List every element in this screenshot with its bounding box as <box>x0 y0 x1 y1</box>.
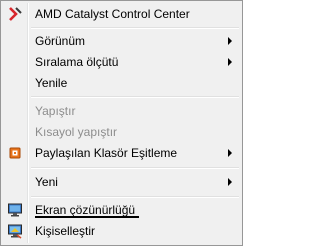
submenu-arrow-icon <box>228 178 232 186</box>
menu-item-label: Yenile <box>35 76 68 90</box>
menu-item-shared-folder-sync[interactable]: Paylaşılan Klasör Eşitleme <box>3 143 240 163</box>
menu-item-label: Yeni <box>35 175 58 189</box>
menu-item-paste-shortcut[interactable]: Kısayol yapıştır <box>3 122 240 142</box>
menu-item-paste[interactable]: Yapıştır <box>3 101 240 121</box>
menu-item-refresh[interactable]: Yenile <box>3 73 240 93</box>
menu-item-amd-catalyst[interactable]: AMD Catalyst Control Center <box>3 4 240 24</box>
highlight-underline <box>35 216 139 218</box>
menu-item-label: AMD Catalyst Control Center <box>35 7 190 21</box>
submenu-arrow-icon <box>228 37 232 45</box>
menu-item-label: Paylaşılan Klasör Eşitleme <box>35 146 178 160</box>
menu-item-personalize[interactable]: Kişiselleştir <box>3 221 240 241</box>
submenu-arrow-icon <box>228 149 232 157</box>
menu-item-label: Yapıştır <box>35 104 76 118</box>
amd-catalyst-icon <box>7 6 23 22</box>
menu-item-label: Görünüm <box>35 34 86 48</box>
context-menu: AMD Catalyst Control Center Görünüm Sıra… <box>0 0 243 246</box>
menu-item-screen-resolution[interactable]: Ekran çözünürlüğü <box>3 200 240 220</box>
menu-item-view[interactable]: Görünüm <box>3 31 240 51</box>
menu-separator <box>31 167 239 169</box>
menu-separator <box>31 196 239 198</box>
menu-item-sort-by[interactable]: Sıralama ölçütü <box>3 52 240 72</box>
menu-separator <box>31 96 239 98</box>
menu-item-label: Kısayol yapıştır <box>35 125 118 139</box>
shared-folder-sync-icon <box>7 145 23 161</box>
menu-item-label: Kişiselleştir <box>35 224 96 238</box>
menu-item-label: Sıralama ölçütü <box>35 55 119 69</box>
menu-separator <box>31 27 239 29</box>
screen-resolution-icon <box>7 202 23 218</box>
menu-item-new[interactable]: Yeni <box>3 172 240 192</box>
submenu-arrow-icon <box>228 58 232 66</box>
personalize-icon <box>7 223 23 239</box>
